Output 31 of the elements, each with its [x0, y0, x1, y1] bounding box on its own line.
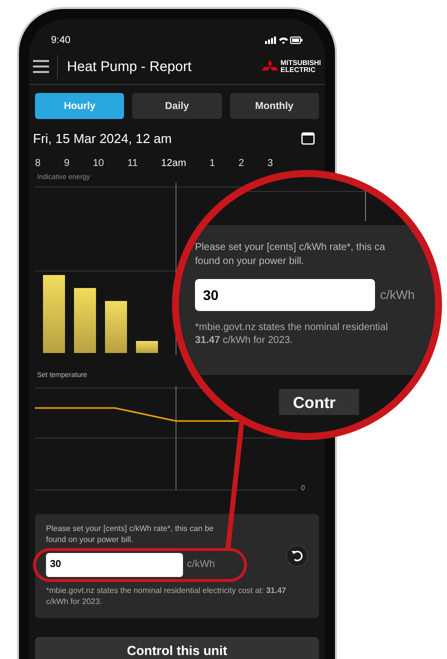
- hour-label[interactable]: 12am: [161, 156, 186, 170]
- status-time: 9:40: [51, 34, 70, 48]
- calendar-icon[interactable]: [301, 132, 315, 146]
- hour-label[interactable]: 2: [238, 156, 244, 170]
- magnified-footnote: 31.47 c/kWh for 2023.: [195, 334, 293, 347]
- tab[interactable]: Monthly: [230, 93, 319, 119]
- unit-label: c/kWh: [187, 558, 215, 572]
- hour-label[interactable]: 1: [210, 156, 216, 170]
- page-title: Heat Pump - Report: [67, 57, 192, 76]
- date-label: Fri, 15 Mar 2024, 12 am: [33, 130, 172, 148]
- control-unit-button[interactable]: Control this unit: [35, 636, 319, 659]
- hour-label[interactable]: 10: [92, 156, 104, 170]
- magnified-instructions: found on your power bill.: [195, 255, 304, 269]
- hour-label[interactable]: 9: [64, 156, 70, 170]
- hour-label[interactable]: 8: [35, 156, 41, 170]
- energy-bar: [105, 301, 127, 353]
- energy-bar: [74, 288, 96, 353]
- magnified-unit-label: c/kWh: [380, 286, 415, 304]
- magnified-instructions: Please set your [cents] c/kWh rate*, this ca: [195, 241, 386, 255]
- reset-icon[interactable]: [286, 544, 308, 566]
- menu-icon[interactable]: [33, 60, 49, 73]
- rate-input[interactable]: 30: [46, 552, 183, 576]
- status-icons: [265, 36, 303, 44]
- rate-instructions: Please set your [cents] c/kWh rate*, this can be found on your power bill.: [46, 522, 215, 544]
- hour-label[interactable]: 11: [127, 156, 138, 170]
- magnified-footnote: *mbie.govt.nz states the nominal residential: [195, 321, 388, 334]
- tab[interactable]: Daily: [132, 93, 222, 119]
- brand-logo-icon: [262, 60, 278, 74]
- rate-footnote: *mbie.govt.nz states the nominal residential electricity cost at: 31.47 c/kWh for 2023.: [46, 584, 288, 606]
- hour-label[interactable]: 3: [267, 156, 273, 170]
- energy-bar: [136, 341, 158, 353]
